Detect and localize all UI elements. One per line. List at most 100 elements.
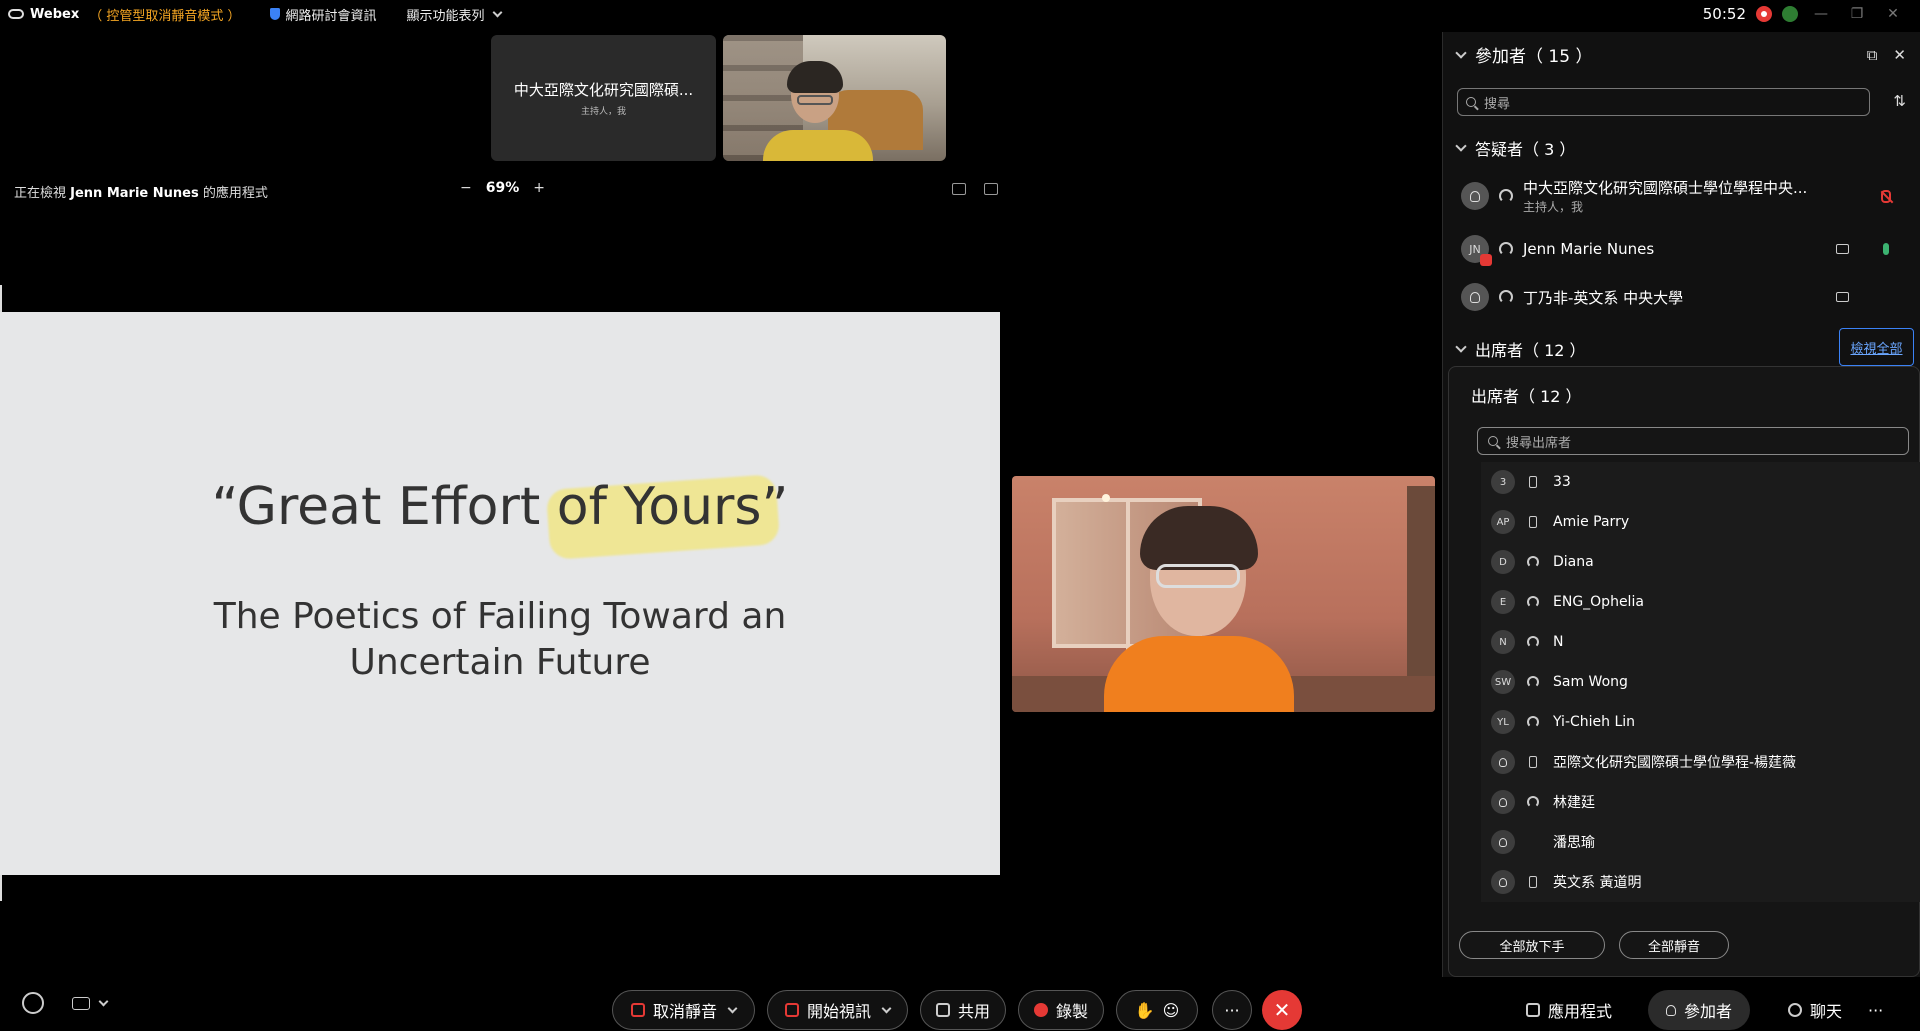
phone-icon <box>1529 876 1537 888</box>
attendee-row[interactable]: SW Sam Wong <box>1481 662 1920 702</box>
headset-icon <box>1527 556 1539 568</box>
person-icon <box>1499 797 1507 807</box>
attendees-section-header[interactable]: 出席者（ 12 ） <box>1455 337 1586 361</box>
assistant-icon[interactable] <box>22 992 44 1014</box>
network-health-icon[interactable] <box>1782 6 1798 22</box>
chat-button[interactable]: 聊天 <box>1770 990 1860 1030</box>
screen-options-icon[interactable] <box>984 183 998 195</box>
panelists-section-header[interactable]: 答疑者（ 3 ） <box>1455 136 1575 160</box>
panelist-row[interactable]: JN Jenn Marie Nunes <box>1461 231 1901 267</box>
muted-mic-icon <box>630 1003 645 1017</box>
share-button[interactable]: 共用 <box>920 990 1006 1030</box>
avatar: 3 <box>1491 470 1515 494</box>
record-button[interactable]: 錄製 <box>1018 990 1104 1030</box>
close-window-button[interactable]: ✕ <box>1880 6 1906 22</box>
muted-mic-icon[interactable] <box>1881 189 1891 203</box>
apps-button[interactable]: 應用程式 <box>1508 990 1630 1030</box>
person-icon <box>1470 190 1480 202</box>
avatar: JN <box>1461 235 1492 266</box>
attendee-row[interactable]: E ENG_Ophelia <box>1481 582 1920 622</box>
close-icon[interactable]: ✕ <box>1893 46 1906 64</box>
captions-icon <box>72 996 90 1010</box>
video-camera-icon[interactable] <box>1836 292 1849 302</box>
avatar: E <box>1491 590 1515 614</box>
panelist-row[interactable]: 中大亞際文化研究國際碩士學位學程中央... 主持人，我 <box>1461 178 1901 214</box>
slide-title: “Great Effort of Yours” <box>211 477 789 537</box>
participants-panel-header[interactable]: 參加者（ 15 ） <box>1455 42 1592 67</box>
attendee-row[interactable]: 亞際文化研究國際碩士學位學程-楊莛薇 <box>1481 742 1920 782</box>
attendees-popover: 出席者（ 12 ） 搜尋出席者 3 33 AP Amie Parry D Dia… <box>1448 366 1920 977</box>
attendee-row[interactable]: 3 33 <box>1481 462 1920 502</box>
reactions-group: ✋ ☺ <box>1116 990 1198 1030</box>
attendee-row[interactable]: 英文系 黃道明 <box>1481 862 1920 902</box>
person-icon <box>1666 1004 1676 1016</box>
phone-icon <box>1529 756 1537 768</box>
lower-all-hands-button[interactable]: 全部放下手 <box>1459 931 1605 959</box>
reactions-icon[interactable]: ☺ <box>1163 1001 1180 1020</box>
mic-active-icon[interactable] <box>1883 243 1889 255</box>
headset-icon <box>1527 596 1539 608</box>
zoom-out-button[interactable]: − <box>460 180 472 196</box>
apps-icon <box>1526 1003 1540 1017</box>
person-icon <box>1499 757 1507 767</box>
headset-icon <box>1527 676 1539 688</box>
chevron-down-icon <box>98 996 109 1006</box>
start-video-button[interactable]: 開始視訊 <box>767 990 908 1030</box>
search-icon <box>1466 97 1476 107</box>
view-all-attendees-button[interactable]: 檢視全部 <box>1839 328 1914 366</box>
attendee-row[interactable]: 潘思瑜 <box>1481 822 1920 862</box>
avatar: N <box>1491 630 1515 654</box>
speaker-video[interactable] <box>1012 476 1435 712</box>
avatar: D <box>1491 550 1515 574</box>
minimize-button[interactable]: — <box>1808 6 1834 22</box>
participant-search-input[interactable]: 搜尋 <box>1457 88 1870 116</box>
attendee-search-input[interactable]: 搜尋出席者 <box>1477 427 1909 455</box>
attendee-row[interactable]: YL Yi-Chieh Lin <box>1481 702 1920 742</box>
webinar-info-button[interactable]: 網路研討會資訊 <box>270 5 376 24</box>
headset-icon <box>1527 716 1539 728</box>
headset-icon <box>1527 636 1539 648</box>
meeting-timer: 50:52 <box>1702 5 1746 23</box>
sort-icon[interactable]: ⇅ <box>1893 92 1906 110</box>
mute-all-button[interactable]: 全部靜音 <box>1619 931 1729 959</box>
attendee-row[interactable]: AP Amie Parry <box>1481 502 1920 542</box>
attendee-row[interactable]: D Diana <box>1481 542 1920 582</box>
headset-icon <box>1499 189 1513 203</box>
host-thumbnail-role: 主持人，我 <box>580 107 626 117</box>
chevron-down-icon <box>1455 341 1467 353</box>
slide-subtitle: The Poetics of Failing Toward an Uncerta… <box>213 596 787 683</box>
show-menu-bar-button[interactable]: 顯示功能表列 <box>406 5 502 24</box>
more-options-button[interactable]: ··· <box>1212 990 1252 1030</box>
avatar <box>1461 283 1489 311</box>
avatar <box>1491 870 1515 894</box>
headset-icon <box>1499 242 1513 256</box>
avatar <box>1461 182 1489 210</box>
video-camera-icon[interactable] <box>1836 244 1849 254</box>
annotate-icon[interactable] <box>952 183 966 195</box>
raise-hand-icon[interactable]: ✋ <box>1135 1001 1155 1020</box>
panelist-row[interactable]: 丁乃非-英文系 中央大學 <box>1461 279 1901 315</box>
attendee-row[interactable]: N N <box>1481 622 1920 662</box>
person-icon <box>1499 877 1507 887</box>
host-thumbnail[interactable]: 中大亞際文化研究國際碩... 主持人，我 <box>491 35 716 161</box>
popout-icon[interactable]: ⧉ <box>1867 46 1878 64</box>
recording-badge-icon <box>1480 254 1492 266</box>
participants-button[interactable]: 參加者 <box>1648 990 1751 1030</box>
zoom-level: 69% <box>485 180 520 196</box>
chat-icon <box>1788 1003 1802 1017</box>
recording-indicator-icon[interactable] <box>1756 6 1772 22</box>
unmute-button[interactable]: 取消靜音 <box>612 990 755 1030</box>
chevron-down-icon <box>727 1003 738 1013</box>
attendee-list: 3 33 AP Amie Parry D Diana E ENG_Ophelia… <box>1481 462 1920 902</box>
restore-button[interactable]: ❐ <box>1844 6 1870 22</box>
video-off-icon <box>784 1003 799 1017</box>
app-name: Webex <box>30 6 80 22</box>
participant-video-thumbnail[interactable] <box>723 35 946 161</box>
leave-meeting-button[interactable]: ✕ <box>1262 990 1302 1030</box>
attendee-row[interactable]: 林建廷 <box>1481 782 1920 822</box>
record-icon <box>1033 1003 1048 1017</box>
zoom-in-button[interactable]: + <box>533 180 545 196</box>
avatar <box>1491 750 1515 774</box>
overflow-menu-button[interactable]: ··· <box>1850 990 1901 1030</box>
captions-button[interactable] <box>72 996 109 1010</box>
